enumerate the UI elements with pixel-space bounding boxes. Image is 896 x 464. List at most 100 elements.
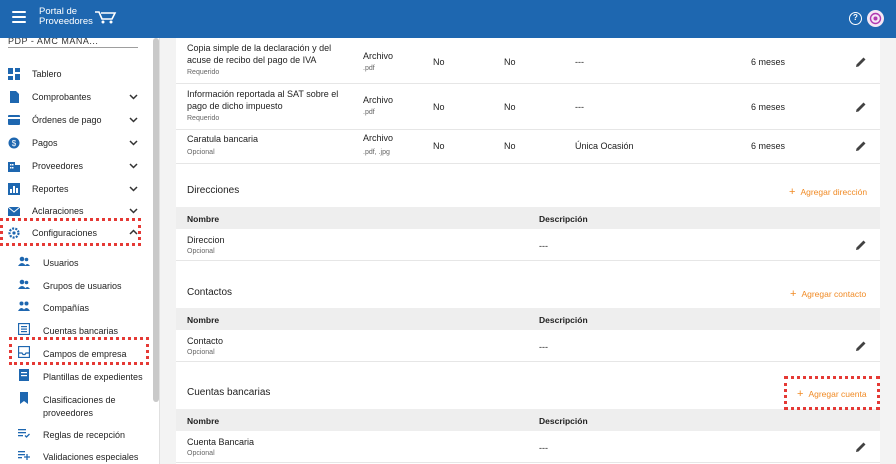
sidebar-item-reportes[interactable]: Reportes: [0, 178, 150, 200]
sidebar-item-label: Plantillas de expedientes: [43, 372, 143, 382]
sidebar-item-label: Usuarios: [43, 258, 79, 268]
add-list-icon: [18, 451, 30, 460]
chart-icon: [8, 183, 20, 195]
document-ext: .pdf: [363, 65, 375, 72]
sidebar-subitem-clasificaciones[interactable]: Clasificaciones de proveedores: [0, 388, 150, 418]
sidebar-item-tablero[interactable]: Tablero: [0, 63, 150, 85]
document-ext: .pdf, .jpg: [363, 149, 390, 156]
pencil-icon[interactable]: [854, 440, 868, 454]
table-header: Nombre Descripción: [176, 409, 880, 431]
add-direccion-button[interactable]: + Agregar dirección: [789, 186, 867, 198]
main-scrollbar[interactable]: [881, 38, 896, 464]
document-type: Archivo: [363, 133, 394, 143]
add-contacto-label: Agregar contacto: [801, 289, 867, 299]
section-title-cuentas: Cuentas bancarias: [187, 387, 271, 398]
menu-icon[interactable]: [12, 11, 26, 25]
sidebar-subitem-validaciones[interactable]: Validaciones especiales: [0, 445, 150, 464]
document-name: Caratula bancaria: [187, 134, 259, 144]
section-title-contactos: Contactos: [187, 287, 233, 298]
sidebar-subitem-usuarios[interactable]: Usuarios: [0, 251, 150, 271]
row-name: Cuenta Bancaria: [187, 437, 255, 447]
pencil-icon[interactable]: [854, 238, 868, 252]
table-row: Contacto Opcional ---: [176, 330, 880, 362]
credit-card-icon: [8, 115, 20, 125]
building-icon: [8, 162, 20, 172]
row-status: Opcional: [187, 248, 215, 255]
sidebar-item-label: Comprobantes: [32, 92, 92, 102]
sidebar-subitem-plantillas[interactable]: Plantillas de expedientes: [0, 365, 150, 385]
table-header: Nombre Descripción: [176, 207, 880, 229]
people-icon: [18, 301, 30, 311]
money-icon: $: [8, 137, 20, 149]
highlight-campos-de-empresa: [9, 337, 149, 365]
logo-line-2: Proveedores: [39, 16, 93, 27]
cell: No: [504, 57, 516, 67]
table-header: Nombre Descripción: [176, 308, 880, 330]
row-description: ---: [539, 342, 548, 352]
cell: No: [504, 141, 516, 151]
table-row: Caratula bancaria Opcional Archivo .pdf,…: [176, 130, 880, 164]
column-header: Descripción: [539, 416, 588, 426]
row-name: Contacto: [187, 336, 224, 346]
cell: Única Ocasión: [575, 141, 634, 151]
pencil-icon[interactable]: [854, 100, 868, 114]
document-name: Copia simple de la declaración y del acu…: [187, 43, 332, 65]
sidebar-subitem-cuentas-bancarias[interactable]: Cuentas bancarias: [0, 319, 150, 339]
cell: 6 meses: [751, 57, 786, 67]
column-header: Descripción: [539, 315, 588, 325]
sidebar-item-label: Tablero: [32, 69, 62, 79]
sidebar-item-label: Clasificaciones de proveedores: [43, 395, 116, 418]
sidebar-item-comprobantes[interactable]: Comprobantes: [0, 86, 150, 108]
sidebar-subitem-grupos[interactable]: Grupos de usuarios: [0, 274, 150, 294]
help-icon[interactable]: ?: [849, 12, 862, 25]
sidebar-item-ordenes-de-pago[interactable]: Órdenes de pago: [0, 109, 150, 131]
chevron-down-icon: [129, 117, 138, 123]
chevron-down-icon: [129, 140, 138, 146]
main-content: Copia simple de la declaración y del acu…: [176, 38, 880, 464]
supplier-select[interactable]: PDP - AMC MANA...: [8, 38, 138, 48]
pencil-icon[interactable]: [854, 55, 868, 69]
svg-text:$: $: [12, 139, 17, 148]
cell: No: [504, 102, 516, 112]
sidebar-item-label: Reportes: [32, 184, 69, 194]
table-row: Información reportada al SAT sobre el pa…: [176, 84, 880, 130]
group-icon: [18, 279, 30, 289]
sidebar-item-label: Proveedores: [32, 161, 84, 171]
row-name: Direccion: [187, 235, 225, 245]
sidebar-item-proveedores[interactable]: Proveedores: [0, 155, 150, 177]
cell: 6 meses: [751, 102, 786, 112]
sidebar-scrollbar[interactable]: [153, 38, 159, 402]
document-type: Archivo: [363, 51, 394, 61]
avatar[interactable]: [867, 10, 884, 27]
document-status: Requerido: [187, 115, 220, 122]
document-name: Información reportada al SAT sobre el pa…: [187, 89, 339, 111]
top-app-bar: Portal de Proveedores ?: [0, 0, 896, 38]
dashboard-icon: [8, 68, 20, 80]
bookmark-icon: [20, 392, 28, 404]
add-contacto-button[interactable]: + Agregar contacto: [790, 288, 866, 300]
pencil-icon[interactable]: [854, 139, 868, 153]
table-row: Copia simple de la declaración y del acu…: [176, 38, 880, 84]
document-status: Requerido: [187, 69, 220, 76]
plus-icon: +: [789, 186, 796, 198]
sidebar-subitem-companias[interactable]: Compañías: [0, 296, 150, 316]
app-logo[interactable]: Portal de Proveedores: [39, 7, 117, 27]
sidebar-item-label: Validaciones especiales: [43, 452, 139, 462]
row-description: ---: [539, 241, 548, 251]
document-status: Opcional: [187, 149, 215, 156]
sidebar-subitem-reglas[interactable]: Reglas de recepción: [0, 423, 150, 443]
table-row: Cuenta Bancaria Opcional ---: [176, 431, 880, 463]
chevron-down-icon: [129, 208, 138, 214]
sidebar-item-pagos[interactable]: $ Pagos: [0, 132, 150, 154]
document-type: Archivo: [363, 95, 394, 105]
column-header: Descripción: [539, 214, 588, 224]
pencil-icon[interactable]: [854, 339, 868, 353]
add-direccion-label: Agregar dirección: [800, 187, 868, 197]
document-ext: .pdf: [363, 109, 375, 116]
chevron-down-icon: [129, 94, 138, 100]
cell: No: [433, 102, 445, 112]
row-status: Opcional: [187, 450, 215, 457]
rules-icon: [18, 429, 30, 438]
plus-icon: +: [790, 288, 797, 300]
column-header: Nombre: [187, 416, 220, 426]
